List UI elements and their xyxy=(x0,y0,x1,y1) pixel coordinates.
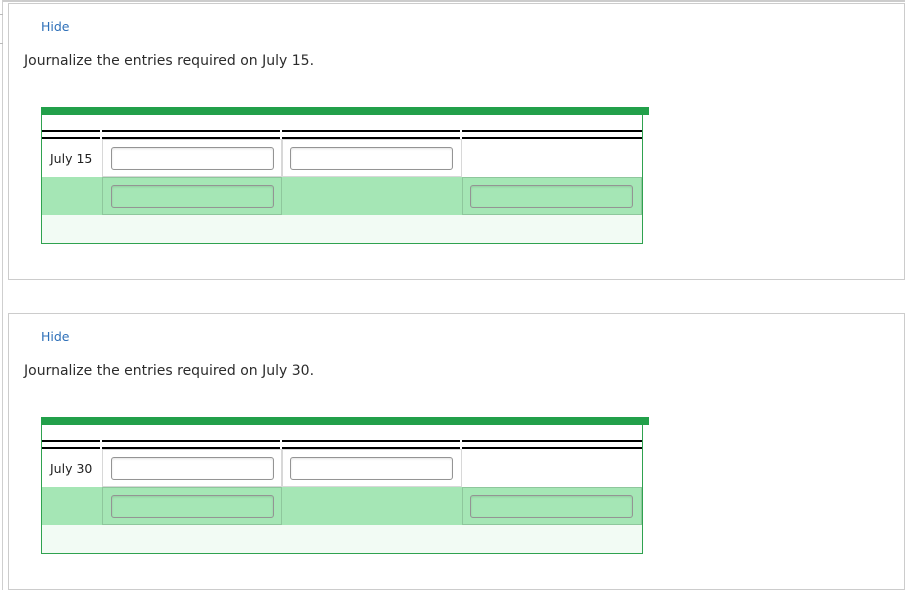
page-top-divider xyxy=(3,0,905,2)
journal-header-rule xyxy=(42,130,643,139)
rail-tick xyxy=(0,14,3,15)
description-input-2a[interactable] xyxy=(290,456,454,480)
journal-trailing-row xyxy=(42,215,642,243)
journal-entry-row xyxy=(42,487,643,525)
journal-amount-cell xyxy=(461,139,643,177)
amount-input-1b[interactable] xyxy=(470,184,634,208)
journal-date-label-2: July 30 xyxy=(50,460,93,476)
page-left-rail xyxy=(0,0,3,590)
journal-amount-cell xyxy=(461,449,643,487)
journal-description-cell xyxy=(282,177,461,215)
journal-account-cell xyxy=(101,487,283,525)
journal-table-2: July 30 xyxy=(34,417,649,554)
journal-amount-cell xyxy=(461,177,643,215)
journal-column-header-band xyxy=(42,115,642,130)
journal-description-cell xyxy=(282,139,462,177)
question-prompt-2: Journalize the entries required on July … xyxy=(24,363,315,379)
description-input-1a[interactable] xyxy=(290,146,454,170)
rule-amount xyxy=(461,440,643,449)
journal-account-cell xyxy=(101,139,283,177)
hide-link-1[interactable]: Hide xyxy=(41,19,70,35)
journal-header-bar xyxy=(41,417,649,425)
journal-description-cell xyxy=(282,449,462,487)
journal-header-rule xyxy=(42,440,643,449)
rule-description xyxy=(282,440,460,449)
journal-date-label-1: July 15 xyxy=(50,150,93,166)
account-input-2a[interactable] xyxy=(110,456,274,480)
question-prompt-1: Journalize the entries required on July … xyxy=(24,53,315,69)
journal-column-header-band xyxy=(42,425,642,440)
account-input-1b[interactable] xyxy=(110,184,274,208)
account-input-1a[interactable] xyxy=(110,146,274,170)
journal-amount-cell xyxy=(461,487,643,525)
journal-description-cell xyxy=(282,487,461,525)
journal-header-bar xyxy=(41,107,649,115)
journal-trailing-row xyxy=(42,525,642,553)
journal-account-cell xyxy=(101,177,283,215)
journal-date-cell xyxy=(42,177,102,215)
rail-tick xyxy=(0,43,3,44)
question-panel-1: Hide Journalize the entries required on … xyxy=(8,3,905,280)
hide-link-2[interactable]: Hide xyxy=(41,329,70,345)
journal-date-cell xyxy=(42,487,102,525)
rule-account xyxy=(101,130,281,139)
journal-entry-row: July 30 xyxy=(42,449,643,487)
rule-account xyxy=(101,440,281,449)
journal-account-cell xyxy=(101,449,283,487)
journal-date-cell: July 15 xyxy=(42,139,102,177)
amount-input-2b[interactable] xyxy=(470,494,634,518)
rule-date xyxy=(42,130,100,139)
journal-table-1: July 15 xyxy=(34,107,649,244)
rule-description xyxy=(282,130,460,139)
journal-entry-row: July 15 xyxy=(42,139,643,177)
account-input-2b[interactable] xyxy=(110,494,274,518)
rule-date xyxy=(42,440,100,449)
journal-entry-row xyxy=(42,177,643,215)
journal-date-cell: July 30 xyxy=(42,449,102,487)
rule-amount xyxy=(461,130,643,139)
question-panel-2: Hide Journalize the entries required on … xyxy=(8,313,905,590)
